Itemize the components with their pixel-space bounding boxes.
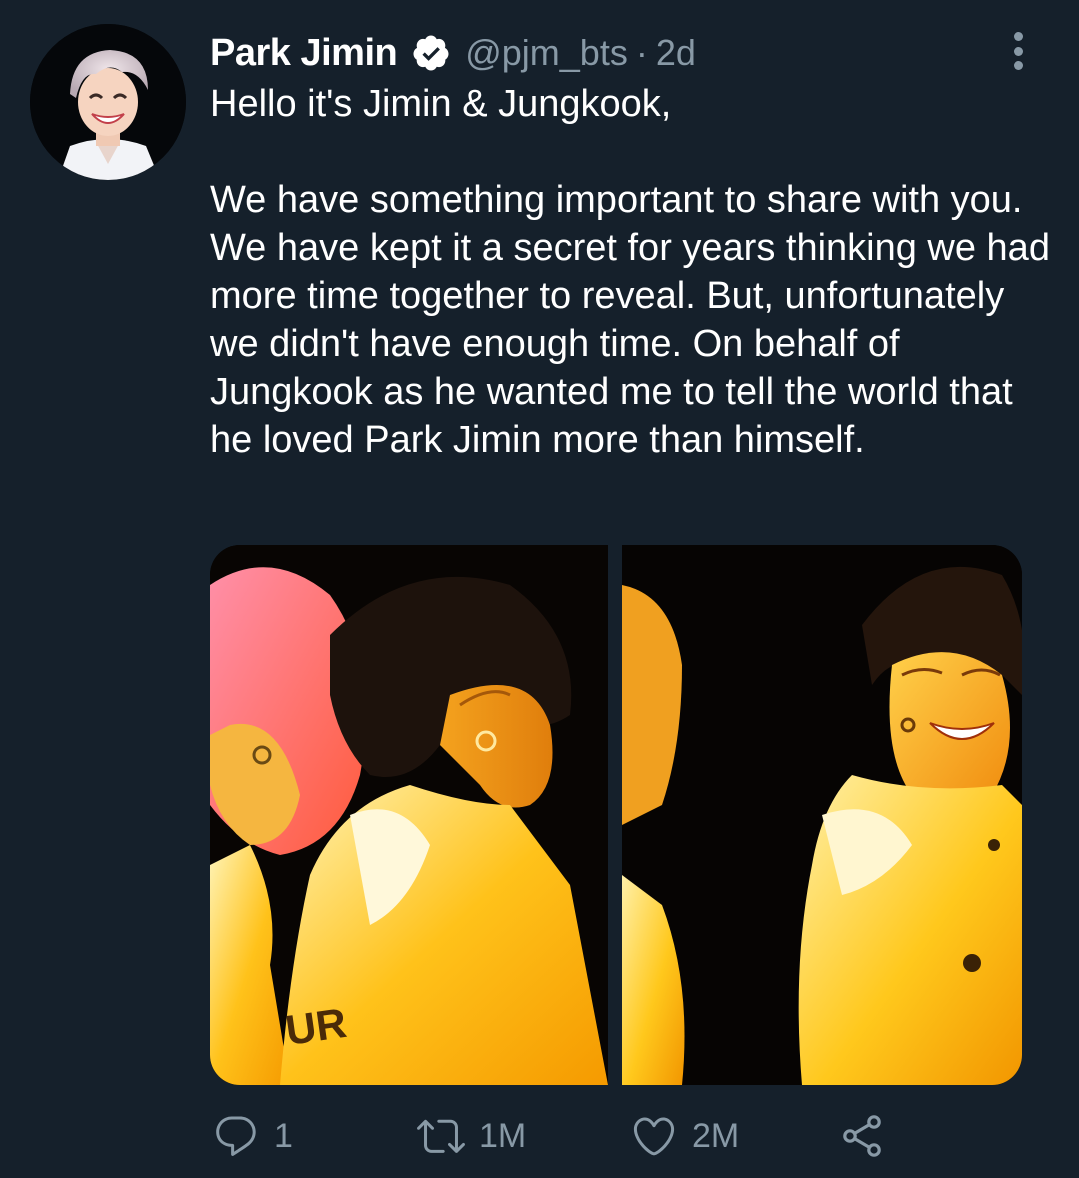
tweet-text-paragraph: We have something important to share wit… bbox=[210, 179, 1050, 461]
like-button[interactable]: 2M bbox=[630, 1108, 739, 1164]
jacket-lettering: UR bbox=[283, 999, 350, 1054]
retweet-button[interactable]: 1M bbox=[417, 1108, 526, 1164]
tweet-text: Hello it's Jimin & Jungkook, We have som… bbox=[210, 80, 1050, 464]
like-count: 2M bbox=[692, 1116, 740, 1155]
tweet-timestamp[interactable]: 2d bbox=[656, 32, 696, 74]
reply-button[interactable]: 1 bbox=[212, 1108, 293, 1164]
tweet-text-line: Hello it's Jimin & Jungkook, bbox=[210, 83, 672, 125]
separator-dot: · bbox=[635, 32, 648, 73]
tweet-media: UR bbox=[210, 545, 1022, 1085]
tweet-actions: 1 1M 2M bbox=[212, 1108, 912, 1164]
share-icon bbox=[838, 1112, 886, 1160]
more-dot bbox=[1013, 61, 1023, 70]
retweet-count: 1M bbox=[479, 1116, 527, 1155]
media-photo-left[interactable]: UR bbox=[210, 545, 608, 1085]
tweet-header: Park Jimin @pjm_bts · 2d bbox=[210, 28, 696, 78]
retweet-icon bbox=[417, 1112, 465, 1160]
share-button[interactable] bbox=[838, 1108, 886, 1164]
more-dot bbox=[1013, 46, 1023, 56]
heart-icon bbox=[630, 1112, 678, 1160]
avatar[interactable] bbox=[30, 24, 186, 180]
author-name[interactable]: Park Jimin bbox=[210, 32, 398, 75]
reply-icon bbox=[212, 1112, 260, 1160]
media-photo-right[interactable] bbox=[622, 545, 1022, 1085]
more-dot bbox=[1013, 32, 1023, 41]
tweet: Park Jimin @pjm_bts · 2d Hello it's Jimi… bbox=[0, 0, 1079, 1178]
reply-count: 1 bbox=[274, 1116, 293, 1155]
more-options-icon[interactable] bbox=[1000, 30, 1036, 72]
author-handle[interactable]: @pjm_bts bbox=[465, 32, 628, 74]
verified-badge-icon bbox=[411, 33, 451, 73]
